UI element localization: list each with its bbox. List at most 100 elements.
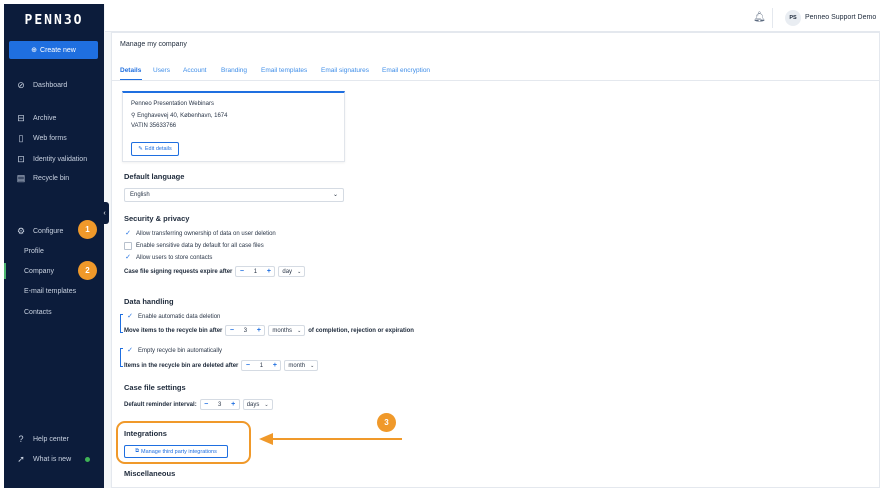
security-privacy-heading: Security & privacy — [124, 214, 190, 223]
document-icon: ▯ — [18, 132, 24, 143]
step-badge-2: 2 — [78, 261, 97, 280]
tab-email-encryption[interactable]: Email encryption — [382, 67, 430, 74]
group-bracket — [120, 314, 123, 333]
avatar[interactable]: PS — [785, 10, 801, 26]
tab-account[interactable]: Account — [183, 67, 207, 74]
edit-details-button[interactable]: ✎ Edit details — [131, 142, 179, 156]
language-value: English — [130, 192, 150, 198]
minus-icon[interactable]: − — [226, 327, 237, 334]
sidebar-item-web-forms[interactable]: ▯ Web forms — [4, 130, 104, 146]
case-file-settings-heading: Case file settings — [124, 383, 186, 392]
sidebar-item-archive[interactable]: ⊟ Archive — [4, 110, 104, 126]
id-card-icon: ⊡ — [17, 153, 25, 164]
plus-icon[interactable]: + — [263, 268, 274, 275]
tabs-divider — [112, 80, 879, 81]
sidebar-item-label: E-mail templates — [24, 287, 77, 295]
tab-details[interactable]: Details — [120, 67, 141, 74]
penneo-logo: PENN3O — [24, 13, 84, 28]
topbar: 🔔︎ PS Penneo Support Demo — [105, 4, 880, 32]
reminder-stepper[interactable]: − 3 + — [199, 399, 240, 410]
compass-icon: ⊘ — [17, 79, 25, 90]
plus-icon[interactable]: + — [269, 362, 280, 369]
stepper-value[interactable]: 3 — [237, 328, 253, 334]
expire-stepper[interactable]: − 1 + — [235, 266, 276, 277]
unit-value: months — [272, 327, 293, 334]
rocket-icon: ➚ — [17, 453, 25, 464]
tab-branding[interactable]: Branding — [221, 67, 247, 74]
chevron-down-icon: ⌄ — [297, 327, 302, 334]
move-unit-select[interactable]: months ⌄ — [268, 325, 306, 336]
user-name[interactable]: Penneo Support Demo — [805, 14, 876, 21]
gear-icon: ⚙ — [16, 225, 26, 236]
sidebar-item-recycle-bin[interactable]: ▤ Recycle bin — [4, 170, 104, 186]
stepper-value[interactable]: 1 — [253, 363, 269, 369]
create-new-button[interactable]: ⊕ Create new — [9, 41, 98, 59]
chevron-down-icon: ⌄ — [297, 268, 302, 275]
company-address: Enghavevej 40, København, 1674 — [137, 113, 228, 119]
checkbox-label: Allow users to store contacts — [136, 255, 213, 261]
company-address-row: ⚲ Enghavevej 40, København, 1674 — [131, 112, 227, 119]
sidebar-item-label: Web forms — [33, 134, 67, 142]
move-stepper[interactable]: − 3 + — [225, 325, 266, 336]
minus-icon[interactable]: − — [242, 362, 253, 369]
sidebar-item-contacts[interactable]: Contacts — [4, 304, 104, 320]
checkbox-row-empty-recycle[interactable]: ✓ Empty recycle bin automatically — [126, 347, 222, 355]
checkbox-row-auto-delete[interactable]: ✓ Enable automatic data deletion — [126, 313, 220, 321]
checkbox-checked[interactable]: ✓ — [124, 230, 132, 238]
move-to-recycle-row: Move items to the recycle bin after − 3 … — [124, 325, 414, 336]
checkbox-checked[interactable]: ✓ — [126, 313, 134, 321]
create-new-label: Create new — [40, 46, 76, 54]
tab-email-templates[interactable]: Email templates — [261, 67, 307, 74]
delete-unit-select[interactable]: month ⌄ — [284, 360, 319, 371]
checkbox-label: Enable automatic data deletion — [138, 314, 221, 320]
stepper-value[interactable]: 3 — [212, 402, 228, 408]
app-frame: PENN3O ⊕ Create new ⊘ Dashboard ⊟ Archiv… — [4, 4, 880, 488]
integrations-highlight — [116, 421, 251, 464]
sidebar-item-label: Dashboard — [33, 81, 68, 89]
checkbox-unchecked[interactable] — [124, 242, 132, 250]
arrowhead — [259, 433, 273, 445]
delete-label: Items in the recycle bin are deleted aft… — [124, 362, 239, 369]
edit-details-label: Edit details — [144, 146, 172, 152]
collapse-sidebar-button[interactable]: ‹ — [100, 202, 109, 224]
checkbox-row-sensitive-data[interactable]: Enable sensitive data by default for all… — [124, 242, 264, 250]
tab-email-signatures[interactable]: Email signatures — [321, 67, 369, 74]
stepper-value[interactable]: 1 — [247, 269, 263, 275]
delete-after-row: Items in the recycle bin are deleted aft… — [124, 360, 319, 371]
notification-dot — [85, 456, 91, 462]
checkbox-label: Empty recycle bin automatically — [138, 348, 223, 354]
sidebar-item-label: Help center — [33, 435, 69, 443]
company-name: Penneo Presentation Webinars — [131, 101, 214, 107]
checkbox-checked[interactable]: ✓ — [126, 347, 134, 355]
checkbox-row-store-contacts[interactable]: ✓ Allow users to store contacts — [124, 254, 212, 262]
expire-setting-row: Case file signing requests expire after … — [124, 266, 306, 277]
miscellaneous-heading: Miscellaneous — [124, 469, 176, 478]
main-card: Manage my company Details Users Account … — [111, 32, 880, 488]
sidebar-item-whats-new[interactable]: ➚ What is new — [4, 451, 104, 467]
sidebar-item-label: Contacts — [24, 308, 52, 316]
plus-icon[interactable]: + — [253, 327, 264, 334]
checkbox-checked[interactable]: ✓ — [124, 254, 132, 262]
expire-unit-select[interactable]: day ⌄ — [278, 266, 306, 277]
plus-icon[interactable]: + — [228, 401, 239, 408]
sidebar-item-dashboard[interactable]: ⊘ Dashboard — [4, 77, 104, 93]
minus-icon[interactable]: − — [201, 401, 212, 408]
sidebar-item-label: Profile — [24, 247, 44, 255]
sidebar-item-email-templates[interactable]: E-mail templates — [4, 283, 104, 299]
checkbox-row-transfer-ownership[interactable]: ✓ Allow transferring ownership of data o… — [124, 230, 276, 238]
move-label: Move items to the recycle bin after — [124, 327, 223, 334]
archive-icon: ⊟ — [17, 112, 25, 123]
minus-icon[interactable]: − — [236, 268, 247, 275]
sidebar-item-identity-validation[interactable]: ⊡ Identity validation — [4, 151, 104, 167]
language-select[interactable]: English ⌄ — [124, 188, 344, 202]
tab-users[interactable]: Users — [153, 67, 170, 74]
delete-stepper[interactable]: − 1 + — [241, 360, 282, 371]
plus-circle-icon: ⊕ — [31, 47, 38, 54]
bell-icon[interactable]: 🔔︎ — [753, 12, 766, 23]
sidebar: PENN3O ⊕ Create new ⊘ Dashboard ⊟ Archiv… — [4, 4, 104, 488]
sidebar-item-profile[interactable]: Profile — [4, 243, 104, 259]
sidebar-item-help-center[interactable]: ? Help center — [4, 431, 104, 447]
reminder-unit-select[interactable]: days ⌄ — [242, 399, 273, 410]
sidebar-item-label: Company — [24, 267, 54, 275]
sidebar-item-label: What is new — [33, 455, 72, 463]
